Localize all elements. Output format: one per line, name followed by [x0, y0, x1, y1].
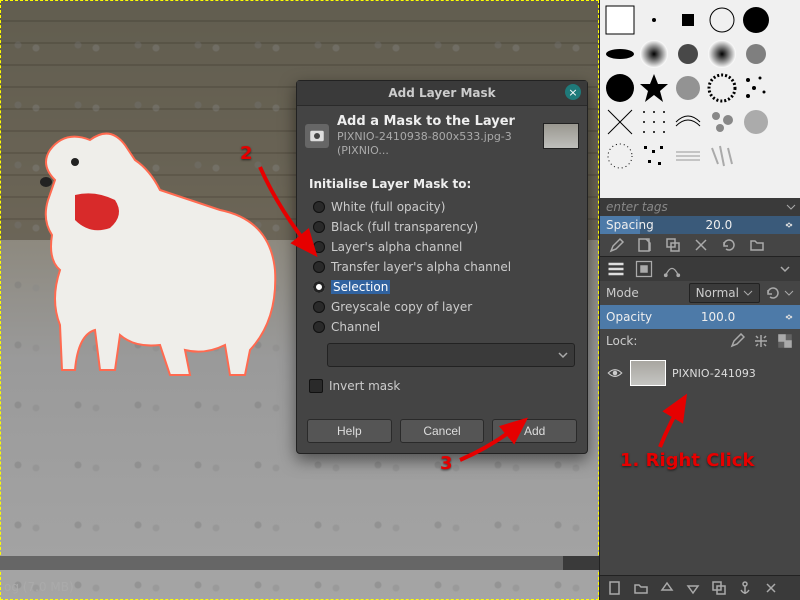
dialog-close-button[interactable]: × — [565, 84, 581, 100]
add-button[interactable]: Add — [492, 419, 577, 443]
brush-grid[interactable] — [600, 0, 800, 198]
channel-dropdown[interactable] — [327, 343, 575, 367]
dialog-header: Add a Mask to the Layer — [337, 114, 535, 129]
new-group-icon[interactable] — [632, 579, 650, 597]
layer-list[interactable]: PIXNIO-241093 — [600, 353, 800, 575]
channels-tab[interactable] — [634, 260, 654, 278]
raise-layer-icon[interactable] — [658, 579, 676, 597]
mode-label: Mode — [606, 286, 689, 300]
lower-layer-icon[interactable] — [684, 579, 702, 597]
paths-tab[interactable] — [662, 260, 682, 278]
lock-position-icon[interactable] — [752, 332, 770, 350]
layer-thumbnail[interactable] — [630, 360, 666, 386]
invert-mask-label: Invert mask — [329, 379, 400, 393]
mode-reset-icon[interactable] — [764, 284, 782, 302]
brush-tags-input[interactable]: enter tags — [600, 198, 800, 216]
anchor-layer-icon[interactable] — [736, 579, 754, 597]
radio-black[interactable]: Black (full transparency) — [309, 217, 575, 237]
lock-label: Lock: — [606, 334, 722, 348]
opacity-slider[interactable]: Opacity 100.0 — [600, 305, 800, 329]
layer-visibility-icon[interactable] — [606, 364, 624, 382]
dialog-subheader: PIXNIO-2410938-800x533.jpg-3 (PIXNIO... — [337, 130, 512, 157]
canvas-area[interactable]: og (7.0 MB) Add Layer Mask × Add a Mask … — [0, 0, 599, 600]
right-dock: enter tags Spacing 20.0 Mode — [599, 0, 800, 600]
init-section-label: Initialise Layer Mask to: — [309, 177, 575, 191]
layer-name[interactable]: PIXNIO-241093 — [672, 367, 756, 380]
lock-alpha-icon[interactable] — [776, 332, 794, 350]
add-layer-mask-dialog: Add Layer Mask × Add a Mask to the Layer… — [296, 80, 588, 454]
dialog-title: Add Layer Mask — [388, 86, 495, 100]
invert-mask-checkbox[interactable]: Invert mask — [309, 379, 575, 393]
new-layer-icon[interactable] — [606, 579, 624, 597]
duplicate-brush-icon[interactable] — [664, 236, 682, 254]
lock-pixels-icon[interactable] — [728, 332, 746, 350]
delete-layer-icon[interactable] — [762, 579, 780, 597]
cancel-button[interactable]: Cancel — [400, 419, 485, 443]
radio-transfer-alpha[interactable]: Transfer layer's alpha channel — [309, 257, 575, 277]
layers-tab[interactable] — [606, 260, 626, 278]
blend-mode-dropdown[interactable]: Normal — [689, 283, 760, 303]
refresh-brush-icon[interactable] — [720, 236, 738, 254]
status-bar: og (7.0 MB) — [4, 580, 74, 594]
radio-channel[interactable]: Channel — [309, 317, 575, 337]
open-brush-icon[interactable] — [748, 236, 766, 254]
canvas-image — [20, 120, 300, 380]
radio-white[interactable]: White (full opacity) — [309, 197, 575, 217]
radio-alpha[interactable]: Layer's alpha channel — [309, 237, 575, 257]
radio-greyscale[interactable]: Greyscale copy of layer — [309, 297, 575, 317]
tab-menu-icon[interactable] — [776, 260, 794, 278]
brush-spacing-slider[interactable]: Spacing 20.0 — [600, 216, 800, 234]
delete-brush-icon[interactable] — [692, 236, 710, 254]
dialog-layer-thumbnail — [543, 123, 579, 149]
help-button[interactable]: Help — [307, 419, 392, 443]
horizontal-scrollbar[interactable] — [0, 556, 599, 570]
dialog-titlebar[interactable]: Add Layer Mask × — [297, 81, 587, 106]
radio-selection[interactable]: Selection — [309, 277, 575, 297]
mask-icon — [305, 124, 329, 148]
layer-row[interactable]: PIXNIO-241093 — [606, 359, 794, 387]
duplicate-layer-icon[interactable] — [710, 579, 728, 597]
edit-brush-icon[interactable] — [608, 236, 626, 254]
new-brush-icon[interactable] — [636, 236, 654, 254]
